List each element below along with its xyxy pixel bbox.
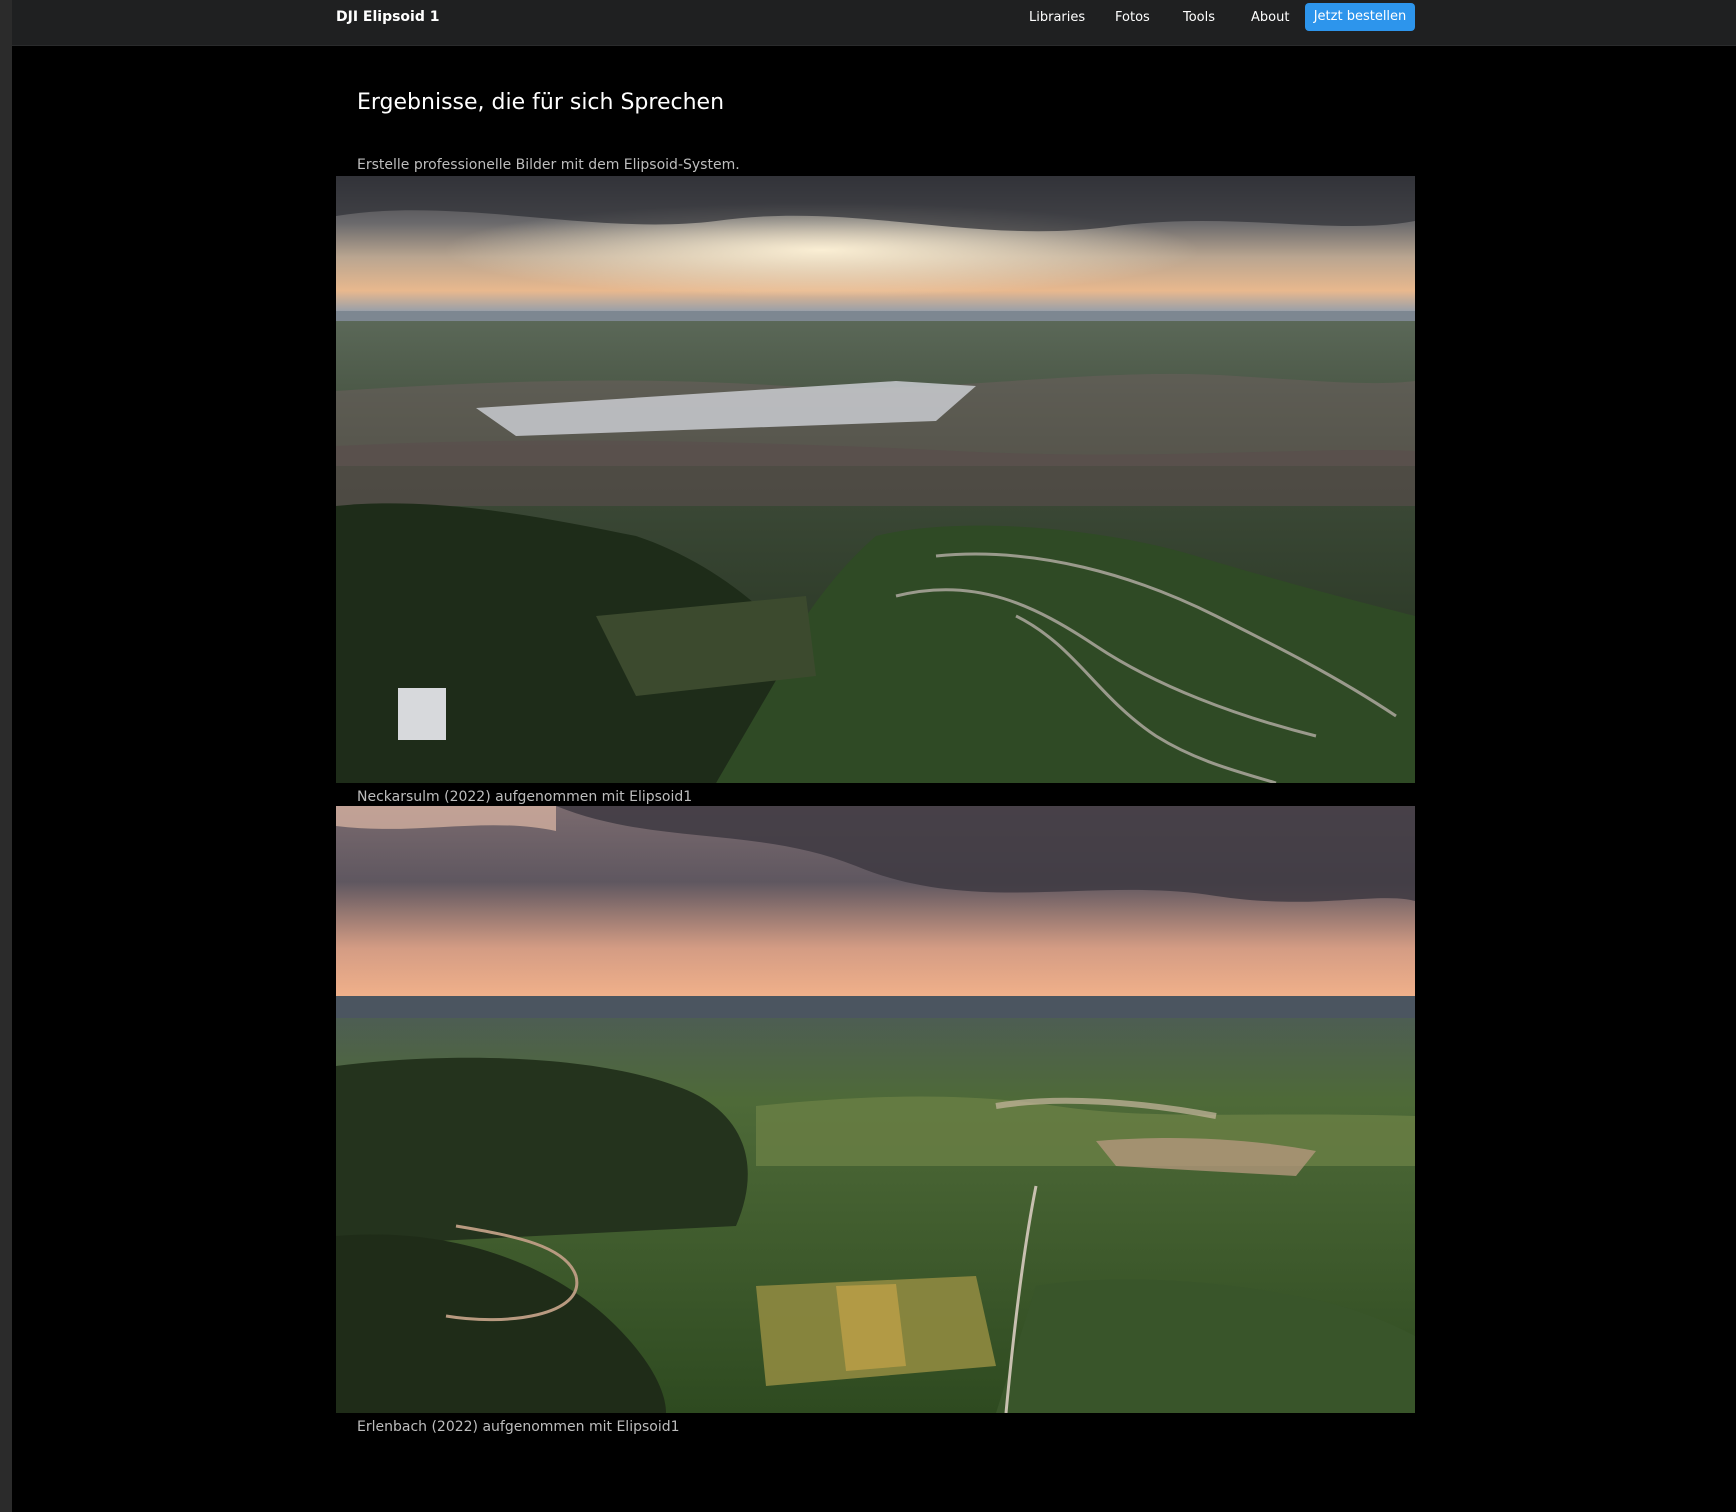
nav-item-tools[interactable]: Tools [1183, 0, 1215, 35]
photo-erlenbach [336, 806, 1415, 1413]
order-button[interactable]: Jetzt bestellen [1305, 3, 1415, 31]
nav-item-about[interactable]: About [1251, 0, 1289, 35]
navbar: DJI Elipsoid 1 Libraries Fotos Tools Abo… [12, 0, 1736, 46]
page-subtitle: Erstelle professionelle Bilder mit dem E… [357, 157, 740, 173]
nav-item-libraries[interactable]: Libraries [1029, 0, 1085, 35]
photo-caption: Erlenbach (2022) aufgenommen mit Elipsoi… [357, 1419, 680, 1435]
page: DJI Elipsoid 1 Libraries Fotos Tools Abo… [12, 0, 1736, 1512]
photo-neckarsulm [336, 176, 1415, 783]
nav-item-fotos[interactable]: Fotos [1115, 0, 1150, 35]
page-title: Ergebnisse, die für sich Sprechen [357, 90, 725, 115]
photo-caption: Neckarsulm (2022) aufgenommen mit Elipso… [357, 789, 693, 805]
left-window-strip [0, 0, 12, 1512]
brand-logo[interactable]: DJI Elipsoid 1 [336, 0, 439, 35]
